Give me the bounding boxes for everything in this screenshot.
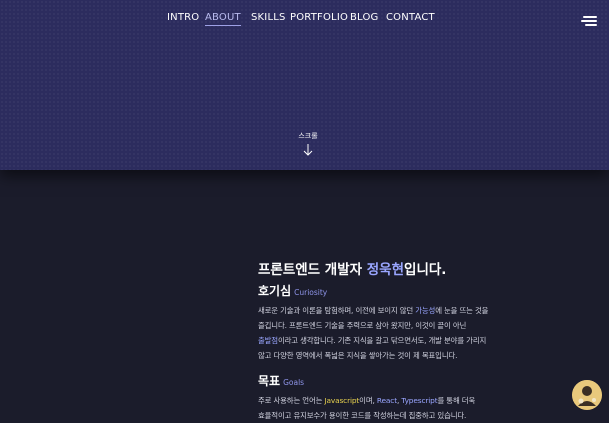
text-span: 이라고 생각합니다. 기존 지식을 갈고 닦으면서도, 개발 분야를 가리지 <box>277 336 487 345</box>
headline-suffix: 입니다. <box>404 262 447 278</box>
curiosity-line-4: 않고 다양한 영역에서 폭넓은 지식을 쌓아가는 것이 제 목표입니다. <box>258 351 458 360</box>
text-span: 주로 사용하는 언어는 <box>258 396 325 405</box>
goals-title: 목표 Goals <box>258 372 548 389</box>
scroll-indicator[interactable]: 스크롤 <box>296 131 320 157</box>
text-span: 새로운 기술과 이론을 탐험하며, 이전에 보이지 않던 <box>258 306 416 315</box>
goals-subtitle: Goals <box>283 378 305 387</box>
profile-avatar-icon[interactable] <box>572 380 602 410</box>
nav-blog[interactable]: BLOG <box>350 12 379 23</box>
nav-skills[interactable]: SKILLS <box>251 12 286 23</box>
goals-line-2: 효율적이고 유지보수가 용이한 코드를 작성하는데 집중하고 있습니다. <box>258 411 467 420</box>
nav-contact[interactable]: CONTACT <box>386 12 435 23</box>
hero-section: INTRO ABOUT SKILLS PORTFOLIO BLOG CONTAC… <box>0 0 609 170</box>
headline-prefix: 프론트엔드 개발자 <box>258 262 367 278</box>
goals-line-1: 주로 사용하는 언어는 Javascript이며, React, Typescr… <box>258 393 548 408</box>
scroll-label: 스크롤 <box>298 132 318 140</box>
hamburger-menu-icon[interactable] <box>581 16 597 26</box>
keyword-typescript: Typescript <box>401 396 438 405</box>
keyword-starting-point: 출발점 <box>258 336 278 345</box>
goals-title-text: 목표 <box>258 374 281 388</box>
goals-paragraph: 주로 사용하는 언어는 Javascript이며, React, Typescr… <box>258 393 548 423</box>
nav-intro[interactable]: INTRO <box>167 12 199 23</box>
avatar-illustration <box>572 380 602 410</box>
developer-name: 정욱현 <box>366 262 405 278</box>
keyword-react: React <box>376 396 397 405</box>
curiosity-line-3: 출발점이라고 생각합니다. 기존 지식을 갈고 닦으면서도, 개발 분야를 가리… <box>258 333 548 348</box>
about-content: 프론트엔드 개발자 정욱현입니다. 호기심 Curiosity 새로운 기술과 이… <box>258 258 548 423</box>
curiosity-subtitle: Curiosity <box>294 288 328 297</box>
curiosity-paragraph: 새로운 기술과 이론을 탐험하며, 이전에 보이지 않던 가능성에 눈을 뜨는 … <box>258 303 548 363</box>
nav-portfolio[interactable]: PORTFOLIO <box>290 12 348 23</box>
arrow-down-icon <box>303 144 313 156</box>
text-span: 이며, <box>359 396 377 405</box>
curiosity-line-2: 즐깁니다. 프론트엔드 기술을 주력으로 삼아 왔지만, 이것이 끝이 아닌 <box>258 321 467 330</box>
keyword-javascript: Javascript <box>324 396 360 405</box>
nav-about[interactable]: ABOUT <box>205 12 241 26</box>
keyword-possibility: 가능성 <box>415 306 436 315</box>
curiosity-line-1: 새로운 기술과 이론을 탐험하며, 이전에 보이지 않던 가능성에 눈을 뜨는 … <box>258 303 548 318</box>
curiosity-title-text: 호기심 <box>258 284 292 298</box>
text-span: 에 눈을 뜨는 것을 <box>435 306 489 315</box>
text-span: 를 통해 더욱 <box>437 396 476 405</box>
top-nav: INTRO ABOUT SKILLS PORTFOLIO BLOG CONTAC… <box>0 12 609 30</box>
curiosity-title: 호기심 Curiosity <box>258 282 548 299</box>
about-headline: 프론트엔드 개발자 정욱현입니다. <box>258 258 548 278</box>
